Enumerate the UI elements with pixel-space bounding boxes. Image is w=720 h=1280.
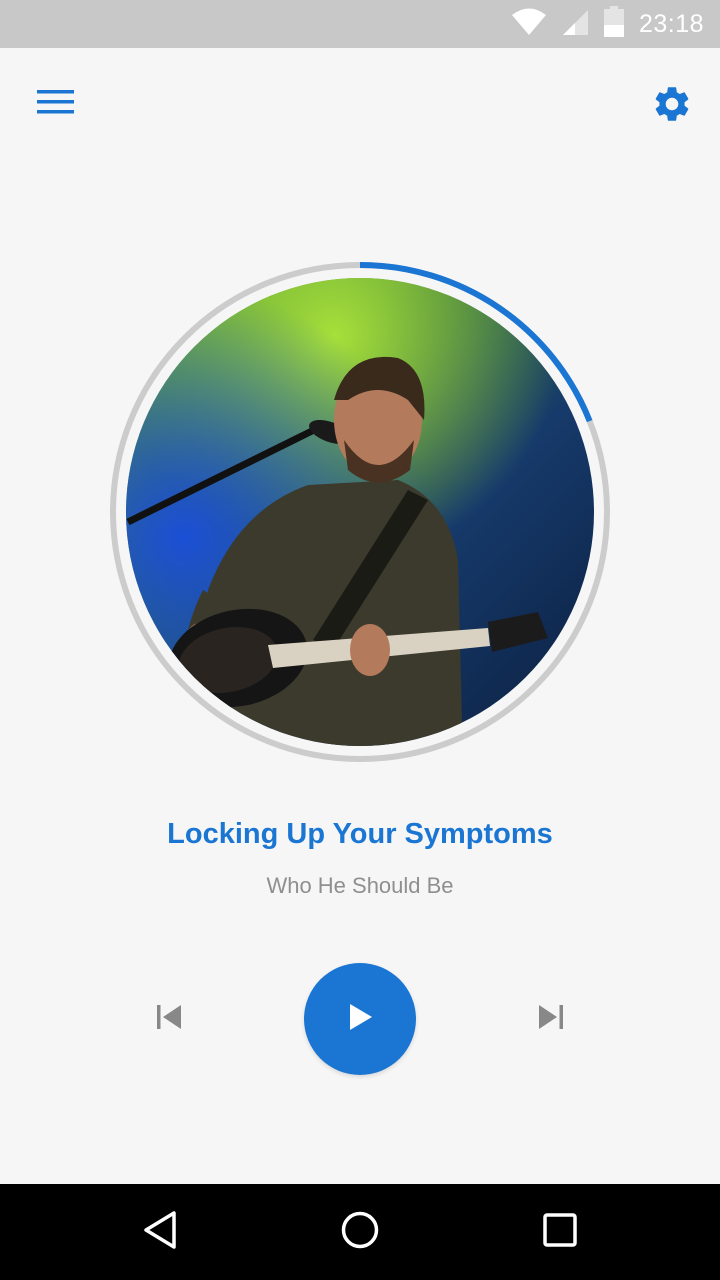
navigation-bar: [0, 1184, 720, 1280]
back-button[interactable]: [136, 1208, 184, 1256]
play-icon: [347, 1003, 373, 1036]
gear-icon: [651, 83, 693, 130]
home-icon: [340, 1210, 380, 1255]
home-button[interactable]: [336, 1208, 384, 1256]
wifi-icon: [511, 8, 547, 41]
hamburger-menu-icon: [37, 89, 75, 120]
status-bar: 23:18: [0, 0, 720, 48]
track-title: Locking Up Your Symptoms: [167, 818, 553, 850]
play-button[interactable]: [304, 963, 416, 1075]
settings-button[interactable]: [646, 80, 698, 132]
back-icon: [142, 1210, 178, 1255]
album-art: [110, 262, 610, 762]
cell-signal-icon: [561, 8, 589, 41]
status-icons: 23:18: [511, 0, 704, 48]
recents-button[interactable]: [536, 1208, 584, 1256]
skip-previous-icon: [155, 1004, 183, 1035]
battery-icon: [603, 5, 625, 43]
track-artist: Who He Should Be: [266, 873, 454, 898]
next-button[interactable]: [528, 996, 574, 1042]
skip-next-icon: [537, 1004, 565, 1035]
previous-button[interactable]: [146, 996, 192, 1042]
menu-button[interactable]: [30, 82, 82, 126]
album-art-container: [108, 260, 612, 764]
recents-icon: [542, 1212, 578, 1253]
status-time: 23:18: [638, 9, 704, 38]
